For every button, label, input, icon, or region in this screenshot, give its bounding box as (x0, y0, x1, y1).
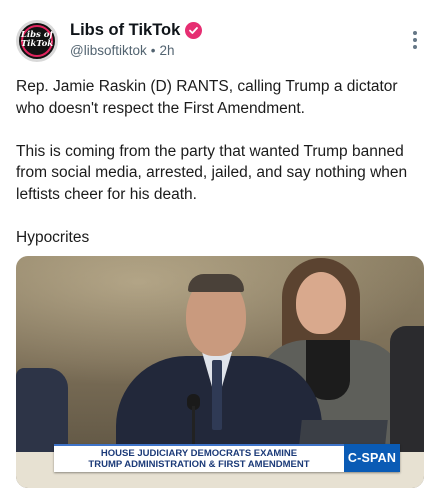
post-paragraph: Hypocrites (16, 228, 90, 246)
post-paragraph: This is coming from the party that wante… (16, 142, 408, 203)
avatar[interactable]: Libs of TikTok (16, 20, 58, 62)
post-paragraph: Rep. Jamie Raskin (D) RANTS, calling Tru… (16, 78, 398, 117)
chyron-line-1: HOUSE JUDICIARY DEMOCRATS EXAMINE (100, 448, 298, 459)
video-person-left (16, 356, 68, 458)
post-video[interactable]: HOUSE JUDICIARY DEMOCRATS EXAMINE TRUMP … (16, 256, 424, 488)
display-name[interactable]: Libs of TikTok (70, 21, 203, 40)
chyron-caption: HOUSE JUDICIARY DEMOCRATS EXAMINE TRUMP … (54, 444, 344, 472)
post-meta: @libsoftiktok • 2h (70, 43, 175, 58)
chyron-line-2: TRUMP ADMINISTRATION & FIRST AMENDMENT (88, 459, 310, 470)
video-chyron: HOUSE JUDICIARY DEMOCRATS EXAMINE TRUMP … (54, 444, 400, 472)
video-person-edge (386, 326, 424, 456)
post-text: Rep. Jamie Raskin (D) RANTS, calling Tru… (16, 76, 426, 270)
avatar-logo: Libs of TikTok (19, 31, 55, 49)
display-name-text: Libs of TikTok (70, 21, 181, 39)
avatar-logo-line2: TikTok (20, 39, 54, 49)
verified-badge-icon (185, 22, 203, 39)
cspan-logo: C-SPAN (344, 444, 400, 472)
more-options-icon[interactable] (412, 31, 418, 53)
video-speaker (108, 264, 328, 466)
timestamp[interactable]: 2h (159, 43, 174, 58)
meta-separator: • (150, 43, 156, 58)
post-card[interactable]: Libs of TikTok Libs of TikTok @libsoftik… (0, 0, 440, 500)
handle[interactable]: @libsoftiktok (70, 43, 147, 58)
